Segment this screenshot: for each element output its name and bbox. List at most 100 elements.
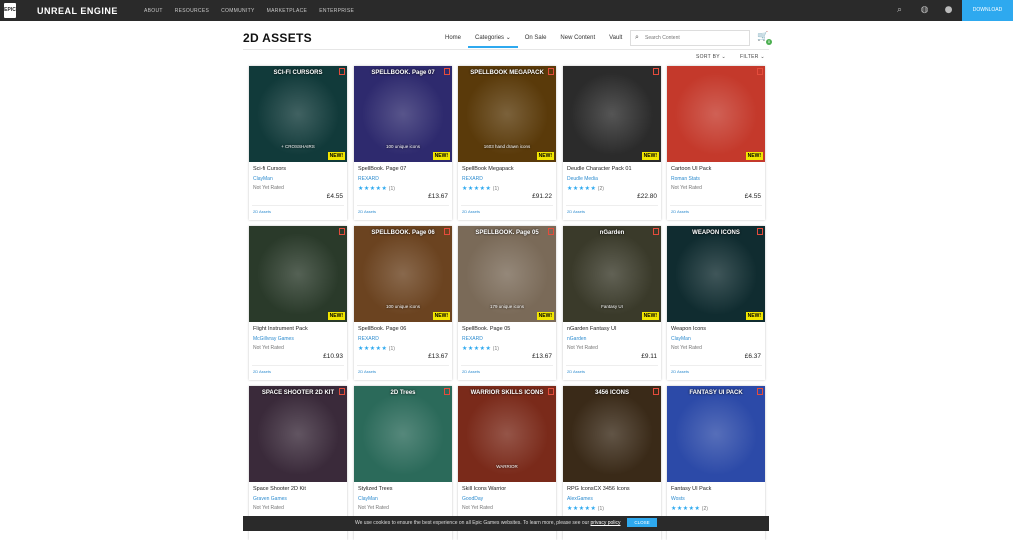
epic-logo[interactable]: EPIC: [4, 3, 16, 18]
nav-enterprise[interactable]: ENTERPRISE: [319, 8, 354, 14]
product-thumbnail[interactable]: NEW!: [563, 66, 661, 162]
user-icon[interactable]: ●: [943, 5, 954, 16]
bookmark-icon[interactable]: [757, 388, 763, 395]
product-seller[interactable]: Graven Games: [253, 496, 287, 502]
product-thumbnail[interactable]: FANTASY UI PACK: [667, 386, 765, 482]
product-card[interactable]: NEW! Flight Instrument Pack McGillvray Gam…: [249, 226, 347, 380]
product-category[interactable]: 2D Assets: [671, 369, 689, 374]
product-thumbnail[interactable]: 2D Trees: [354, 386, 452, 482]
product-seller[interactable]: REXARD: [358, 176, 379, 182]
bookmark-icon[interactable]: [339, 388, 345, 395]
product-title[interactable]: SpellBook. Page 06: [358, 326, 406, 332]
product-card[interactable]: NEW! Deudle Character Pack 01 Deudle Media…: [563, 66, 661, 220]
search-input[interactable]: [645, 33, 745, 43]
product-title[interactable]: Flight Instrument Pack: [253, 326, 308, 332]
bookmark-icon[interactable]: [653, 388, 659, 395]
bookmark-icon[interactable]: [444, 228, 450, 235]
product-seller[interactable]: Deudle Media: [567, 176, 598, 182]
product-seller[interactable]: ClayMan: [671, 336, 691, 342]
product-seller[interactable]: GoodDay: [462, 496, 483, 502]
product-thumbnail[interactable]: 3456 ICONS: [563, 386, 661, 482]
filter-dropdown[interactable]: FILTER ⌄: [740, 54, 765, 60]
product-seller[interactable]: Wosts: [671, 496, 685, 502]
product-card[interactable]: SPELLBOOK. Page 06 100 unique icons NEW! Sp…: [354, 226, 452, 380]
product-title[interactable]: SpellBook. Page 05: [462, 326, 510, 332]
nav-marketplace[interactable]: MARKETPLACE: [267, 8, 308, 14]
search-icon[interactable]: ⌕: [894, 5, 905, 16]
product-thumbnail[interactable]: WARRIOR SKILLS ICONS WARRIOR: [458, 386, 556, 482]
product-category[interactable]: 2D Assets: [671, 209, 689, 214]
product-title[interactable]: Sci-fi Cursors: [253, 166, 286, 172]
globe-icon[interactable]: ◍: [919, 5, 930, 16]
bookmark-icon[interactable]: [548, 68, 554, 75]
product-title[interactable]: Stylized Trees: [358, 486, 393, 492]
nav-about[interactable]: ABOUT: [144, 8, 163, 14]
product-card[interactable]: SPELLBOOK. Page 05 179 unique icons NEW! Sp…: [458, 226, 556, 380]
product-title[interactable]: Space Shooter 2D Kit: [253, 486, 306, 492]
tab-categories[interactable]: Categories ⌄: [468, 28, 518, 48]
product-category[interactable]: 2D Assets: [253, 369, 271, 374]
privacy-policy-link[interactable]: privacy policy: [591, 520, 621, 526]
product-title[interactable]: SpellBook Megapack: [462, 166, 514, 172]
tab-home[interactable]: Home: [438, 28, 468, 48]
product-thumbnail[interactable]: SPELLBOOK. Page 05 179 unique icons NEW!: [458, 226, 556, 322]
product-category[interactable]: 2D Assets: [462, 209, 480, 214]
product-category[interactable]: 2D Assets: [358, 369, 376, 374]
product-title[interactable]: Cartoon UI Pack: [671, 166, 711, 172]
bookmark-icon[interactable]: [757, 68, 763, 75]
product-thumbnail[interactable]: nGarden Fantasy UI NEW!: [563, 226, 661, 322]
bookmark-icon[interactable]: [339, 68, 345, 75]
product-category[interactable]: 2D Assets: [253, 209, 271, 214]
product-title[interactable]: Fantasy UI Pack: [671, 486, 711, 492]
product-thumbnail[interactable]: SPELLBOOK MEGAPACK 1603 hand drawn icons N…: [458, 66, 556, 162]
product-seller[interactable]: AlexGames: [567, 496, 593, 502]
nav-resources[interactable]: RESOURCES: [175, 8, 209, 14]
product-seller[interactable]: McGillvray Games: [253, 336, 294, 342]
product-card[interactable]: SPELLBOOK. Page 07 100 unique icons NEW! Sp…: [354, 66, 452, 220]
product-card[interactable]: NEW! Cartoon UI Pack Roman Stats Not Yet Ra…: [667, 66, 765, 220]
product-thumbnail[interactable]: WEAPON ICONS NEW!: [667, 226, 765, 322]
product-title[interactable]: Skill Icons Warrior: [462, 486, 506, 492]
bookmark-icon[interactable]: [444, 388, 450, 395]
bookmark-icon[interactable]: [653, 228, 659, 235]
tab-on-sale[interactable]: On Sale: [518, 28, 554, 48]
product-title[interactable]: Weapon Icons: [671, 326, 706, 332]
bookmark-icon[interactable]: [548, 388, 554, 395]
product-category[interactable]: 2D Assets: [462, 369, 480, 374]
product-card[interactable]: nGarden Fantasy UI NEW! nGarden Fantasy UI n…: [563, 226, 661, 380]
product-seller[interactable]: REXARD: [462, 336, 483, 342]
brand-name[interactable]: UNREAL ENGINE: [37, 6, 118, 16]
product-seller[interactable]: REXARD: [462, 176, 483, 182]
download-button[interactable]: DOWNLOAD: [962, 0, 1013, 21]
product-thumbnail[interactable]: SPELLBOOK. Page 06 100 unique icons NEW!: [354, 226, 452, 322]
product-seller[interactable]: nGarden: [567, 336, 586, 342]
product-card[interactable]: WEAPON ICONS NEW! Weapon Icons ClayMan Not Y…: [667, 226, 765, 380]
product-thumbnail[interactable]: SCI-FI CURSORS + CROSSHAIRS NEW!: [249, 66, 347, 162]
product-seller[interactable]: Roman Stats: [671, 176, 700, 182]
product-title[interactable]: Deudle Character Pack 01: [567, 166, 632, 172]
product-category[interactable]: 2D Assets: [567, 209, 585, 214]
product-title[interactable]: nGarden Fantasy UI: [567, 326, 617, 332]
bookmark-icon[interactable]: [339, 228, 345, 235]
bookmark-icon[interactable]: [653, 68, 659, 75]
sort-by-dropdown[interactable]: SORT BY ⌄: [696, 54, 726, 60]
product-thumbnail[interactable]: SPELLBOOK. Page 07 100 unique icons NEW!: [354, 66, 452, 162]
bookmark-icon[interactable]: [757, 228, 763, 235]
product-seller[interactable]: REXARD: [358, 336, 379, 342]
product-thumbnail[interactable]: NEW!: [667, 66, 765, 162]
nav-community[interactable]: COMMUNITY: [221, 8, 255, 14]
product-card[interactable]: SPELLBOOK MEGAPACK 1603 hand drawn icons N…: [458, 66, 556, 220]
cookie-close-button[interactable]: CLOSE: [627, 518, 657, 527]
product-seller[interactable]: ClayMan: [253, 176, 273, 182]
product-thumbnail[interactable]: NEW!: [249, 226, 347, 322]
product-category[interactable]: 2D Assets: [567, 369, 585, 374]
bookmark-icon[interactable]: [548, 228, 554, 235]
product-seller[interactable]: ClayMan: [358, 496, 378, 502]
product-thumbnail[interactable]: SPACE SHOOTER 2D KIT: [249, 386, 347, 482]
product-title[interactable]: RPG IconsCX 3456 Icons: [567, 486, 630, 492]
tab-new-content[interactable]: New Content: [553, 28, 602, 48]
product-category[interactable]: 2D Assets: [358, 209, 376, 214]
product-card[interactable]: SCI-FI CURSORS + CROSSHAIRS NEW! Sci-fi Cur…: [249, 66, 347, 220]
product-title[interactable]: SpellBook. Page 07: [358, 166, 406, 172]
tab-vault[interactable]: Vault: [602, 28, 629, 48]
